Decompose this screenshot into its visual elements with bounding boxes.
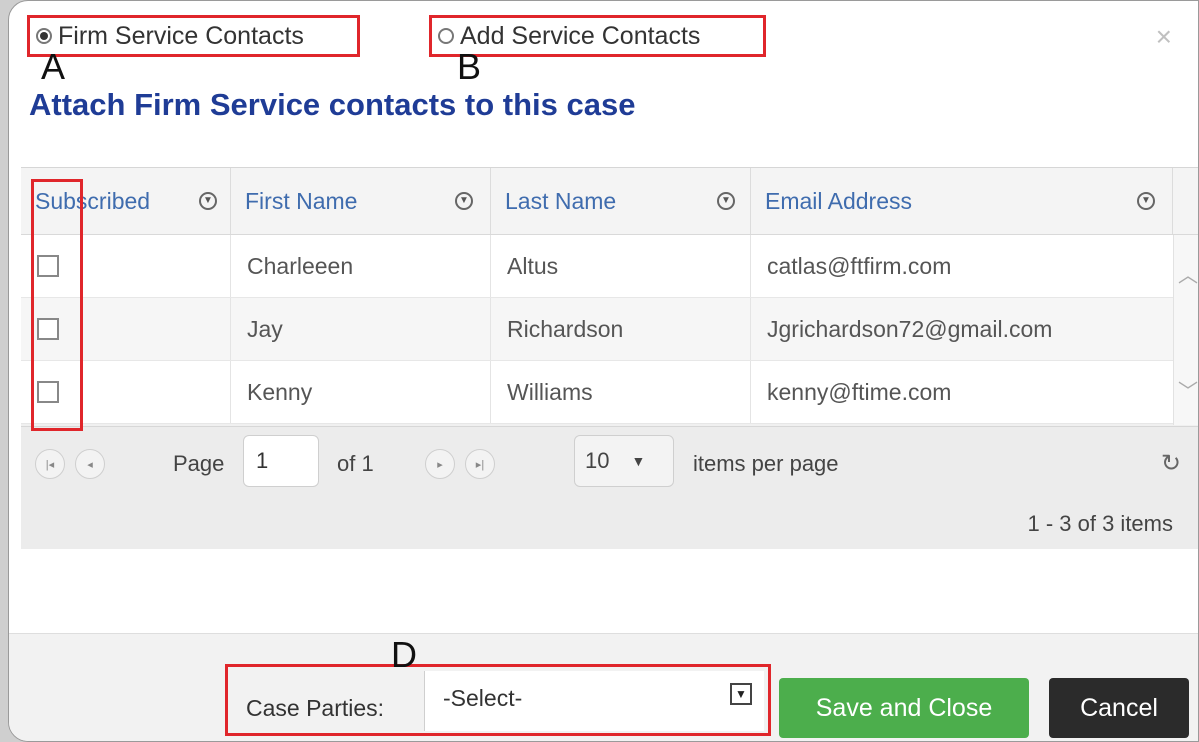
firm-service-contacts-label: Firm Service Contacts [58, 21, 304, 50]
save-and-close-button[interactable]: Save and Close [779, 678, 1029, 738]
email-cell: Jgrichardson72@gmail.com [767, 315, 1053, 342]
grid-body: Charleeen Altus catlas@ftfirm.com Jay Ri… [21, 235, 1173, 424]
first-page-icon[interactable]: |◂ [35, 449, 65, 479]
subscribed-highlight-box [31, 179, 83, 431]
first-name-cell: Jay [231, 298, 491, 360]
grid-header: Subscribed ▼ First Name ▼ Last Name ▼ Em… [21, 168, 1198, 235]
annotation-marker-b: B [457, 46, 482, 87]
filter-icon[interactable]: ▼ [1137, 192, 1155, 210]
grid-scrollbar[interactable]: ︿ ﹀ [1173, 235, 1198, 425]
table-row[interactable]: Jay Richardson Jgrichardson72@gmail.com [21, 298, 1173, 361]
firm-service-contacts-option[interactable]: Firm Service Contacts [27, 15, 360, 57]
first-name-cell: Charleeen [231, 235, 491, 297]
page-number-input[interactable] [243, 435, 319, 487]
last-name-cell: Richardson [491, 298, 751, 360]
items-per-page-label: items per page [693, 451, 839, 476]
grid-pager: |◂ ◂ Page of 1 ▸ ▸| 10 ▼ items per page … [21, 426, 1198, 549]
case-parties-label: Case Parties: [246, 695, 385, 721]
last-name-cell: Altus [491, 235, 751, 297]
service-contacts-dialog: Firm Service Contacts Add Service Contac… [8, 0, 1199, 742]
column-header-first-name[interactable]: First Name ▼ [231, 168, 491, 234]
column-header-label: Email Address [765, 187, 913, 214]
scroll-up-icon[interactable]: ︿ [1178, 259, 1198, 288]
page-label: Page [173, 451, 225, 476]
first-name-cell: Kenny [231, 361, 491, 423]
previous-page-icon[interactable]: ◂ [75, 449, 105, 479]
cancel-button[interactable]: Cancel [1049, 678, 1189, 738]
caret-down-icon: ▼ [631, 453, 646, 469]
filter-icon[interactable]: ▼ [455, 192, 473, 210]
case-parties-value: -Select- [443, 685, 523, 711]
table-row[interactable]: Charleeen Altus catlas@ftfirm.com [21, 235, 1173, 298]
page-count-label: of 1 [337, 451, 374, 476]
annotation-marker-d: D [391, 634, 417, 675]
last-page-icon[interactable]: ▸| [465, 449, 495, 479]
refresh-icon[interactable]: ↻ [1161, 449, 1181, 478]
table-row[interactable]: Kenny Williams kenny@ftime.com [21, 361, 1173, 424]
dialog-title: Attach Firm Service contacts to this cas… [29, 87, 636, 122]
annotation-marker-a: A [41, 46, 66, 87]
last-name-cell: Williams [491, 361, 751, 423]
column-header-email[interactable]: Email Address ▼ [751, 168, 1173, 234]
contacts-grid: Subscribed ▼ First Name ▼ Last Name ▼ Em… [21, 167, 1198, 549]
items-range-label: 1 - 3 of 3 items [1027, 511, 1173, 536]
scroll-down-icon[interactable]: ﹀ [1178, 375, 1198, 404]
case-parties-field: Case Parties: -Select- ▼ [225, 664, 771, 736]
next-page-icon[interactable]: ▸ [425, 449, 455, 479]
close-icon[interactable]: × [1156, 21, 1172, 53]
email-cell: catlas@ftfirm.com [767, 252, 952, 279]
dialog-footer: Case Parties: -Select- ▼ Save and Close … [9, 633, 1198, 741]
column-header-label: First Name [245, 187, 358, 214]
email-cell: kenny@ftime.com [767, 378, 952, 405]
filter-icon[interactable]: ▼ [717, 192, 735, 210]
radio-selected-icon[interactable] [36, 28, 52, 44]
column-header-last-name[interactable]: Last Name ▼ [491, 168, 751, 234]
column-header-label: Last Name [505, 187, 617, 214]
page-size-value: 10 [585, 448, 610, 473]
filter-icon[interactable]: ▼ [199, 192, 217, 210]
chevron-down-icon[interactable]: ▼ [730, 683, 752, 705]
page-size-select[interactable]: 10 ▼ [574, 435, 674, 487]
case-parties-select[interactable]: -Select- ▼ [424, 671, 764, 731]
radio-unselected-icon[interactable] [438, 28, 454, 44]
add-service-contacts-label: Add Service Contacts [460, 21, 701, 50]
